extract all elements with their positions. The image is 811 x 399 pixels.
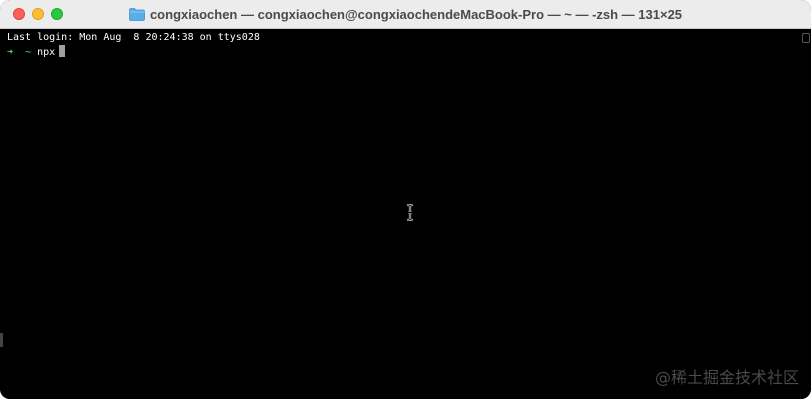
resize-edge[interactable] [0,333,3,347]
scrollbar[interactable] [802,33,810,43]
ibeam-cursor-icon [407,204,413,221]
terminal-window: congxiaochen — congxiaochen@congxiaochen… [0,0,811,399]
prompt-arrow: ➜ [7,47,14,58]
prompt-line: ➜ ~ npx [7,45,66,60]
prompt-directory: ~ [25,47,32,58]
last-login-line: Last login: Mon Aug 8 20:24:38 on ttys02… [7,32,260,43]
window-title-group: congxiaochen — congxiaochen@congxiaochen… [0,0,811,29]
title-bar[interactable]: congxiaochen — congxiaochen@congxiaochen… [0,0,811,29]
watermark: @稀土掘金技术社区 [654,368,799,387]
terminal-content[interactable]: Last login: Mon Aug 8 20:24:38 on ttys02… [0,29,811,399]
window-title: congxiaochen — congxiaochen@congxiaochen… [149,7,683,22]
text-cursor [59,45,66,57]
command-text: npx [37,47,56,58]
folder-icon [129,8,145,21]
